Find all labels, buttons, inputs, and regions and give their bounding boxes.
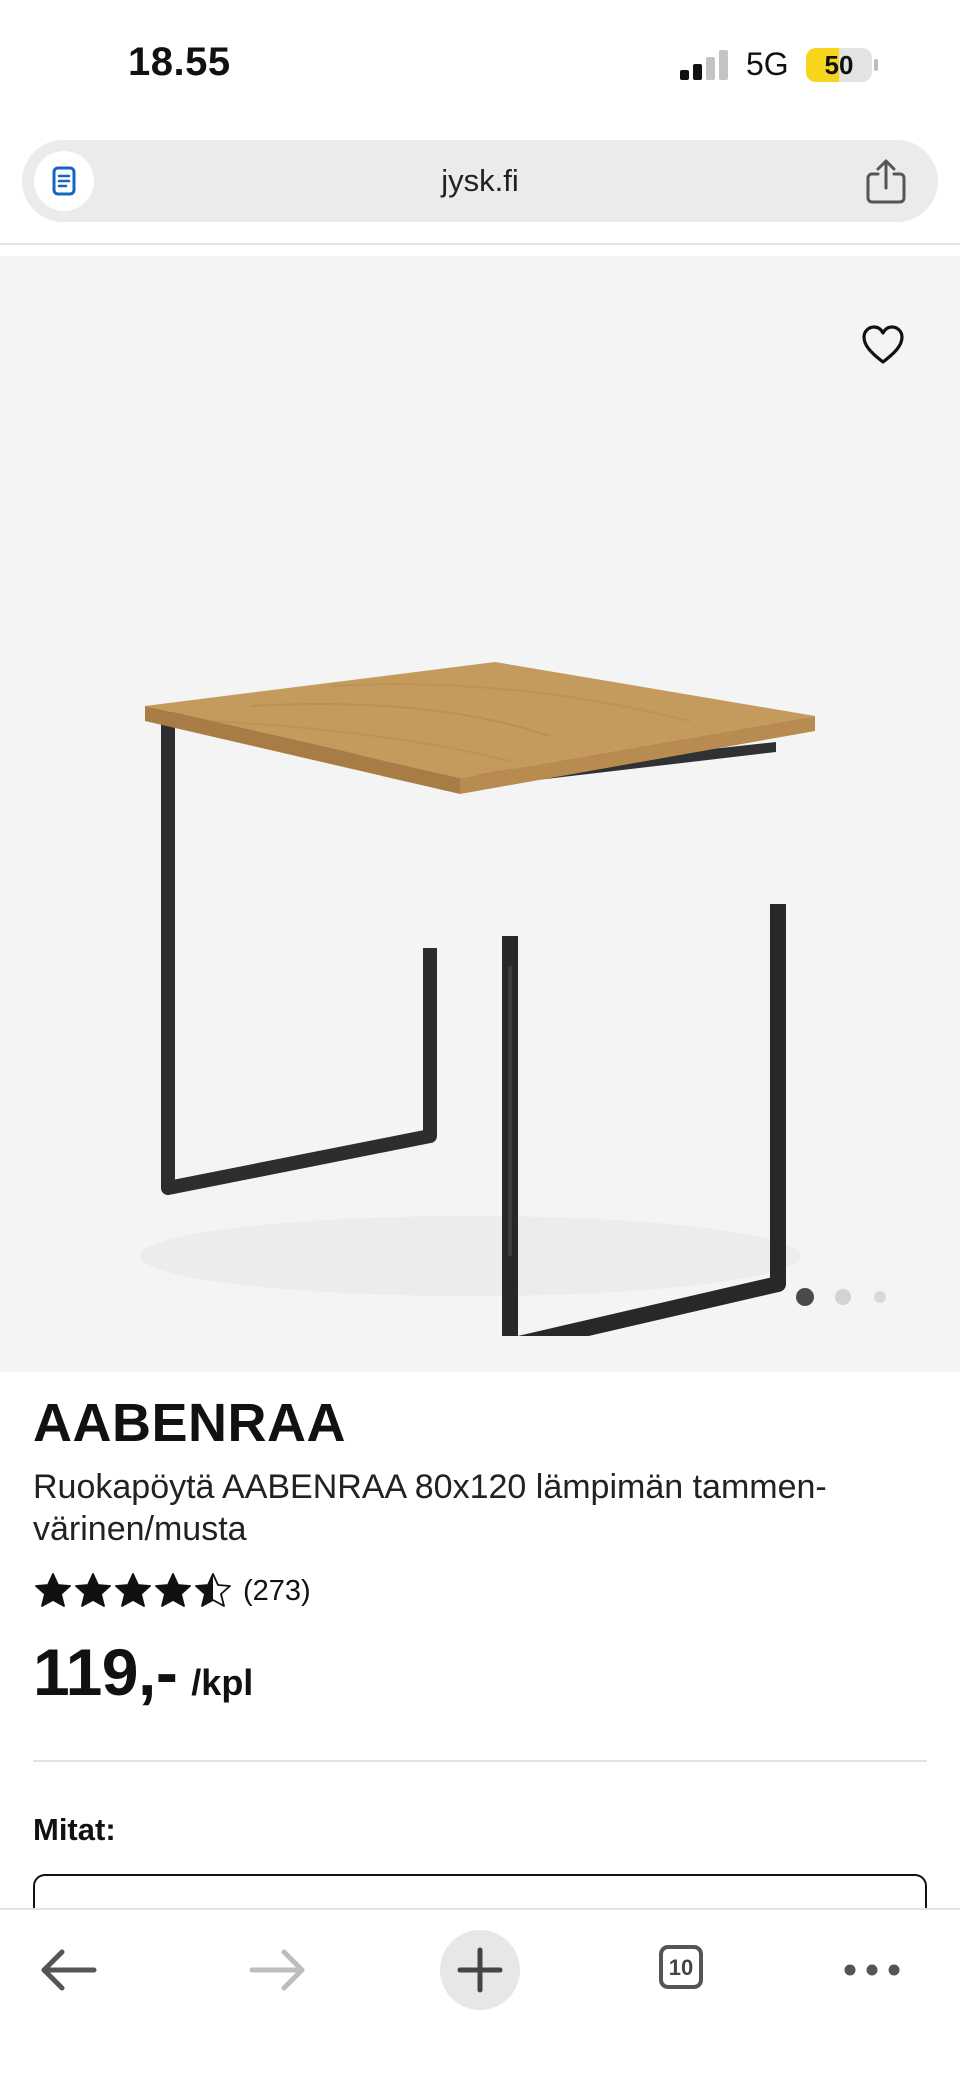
price-amount: 119,- [33, 1635, 178, 1709]
product-rating[interactable]: (273) [33, 1568, 311, 1614]
ellipsis-icon [844, 1964, 900, 1976]
battery-indicator: 50 [806, 48, 878, 82]
star-full-icon [155, 1573, 191, 1607]
price-unit: /kpl [191, 1662, 254, 1703]
url-text[interactable]: jysk.fi [22, 140, 938, 222]
network-type: 5G [746, 46, 789, 82]
arrow-right-icon [249, 1949, 305, 1991]
review-count[interactable]: (273) [243, 1575, 311, 1608]
share-icon[interactable] [864, 158, 908, 204]
arrow-left-icon [41, 1949, 97, 1991]
tabs-count: 10 [659, 1945, 703, 1989]
back-button[interactable] [30, 1930, 110, 2010]
forward-button[interactable] [236, 1930, 316, 2010]
new-tab-button[interactable] [440, 1930, 520, 2010]
product-image-gallery[interactable] [0, 256, 960, 1372]
status-bar: 18.55 5G 50 [0, 0, 960, 120]
battery-level: 50 [824, 50, 854, 80]
pagination-dot[interactable] [874, 1291, 886, 1303]
star-full-icon [35, 1573, 71, 1607]
pagination-dot[interactable] [835, 1289, 851, 1305]
document-icon [52, 166, 76, 196]
star-full-icon [115, 1573, 151, 1607]
header-divider [0, 243, 960, 245]
product-description: Ruokapöytä AABENRAA 80x120 lämpimän tamm… [33, 1468, 827, 1548]
product-image [140, 662, 815, 1336]
product-price: 119,- /kpl [33, 1634, 253, 1710]
star-full-icon [75, 1573, 111, 1607]
dimensions-label: Mitat: [33, 1812, 116, 1847]
tabs-button[interactable]: 10 [644, 1930, 724, 2010]
star-half-icon [195, 1573, 231, 1607]
pagination-dot-active[interactable] [796, 1288, 814, 1306]
status-time: 18.55 [128, 40, 231, 84]
rating-stars [33, 1571, 233, 1611]
reader-button[interactable] [34, 151, 94, 211]
signal-icon [680, 50, 728, 80]
product-brand: AABENRAA [33, 1393, 346, 1453]
browser-toolbar: 10 [0, 1908, 960, 2083]
plus-icon [457, 1947, 503, 1993]
address-bar[interactable]: jysk.fi [22, 140, 938, 222]
more-button[interactable] [832, 1930, 912, 2010]
heart-icon[interactable] [860, 322, 906, 368]
section-divider [33, 1760, 927, 1762]
